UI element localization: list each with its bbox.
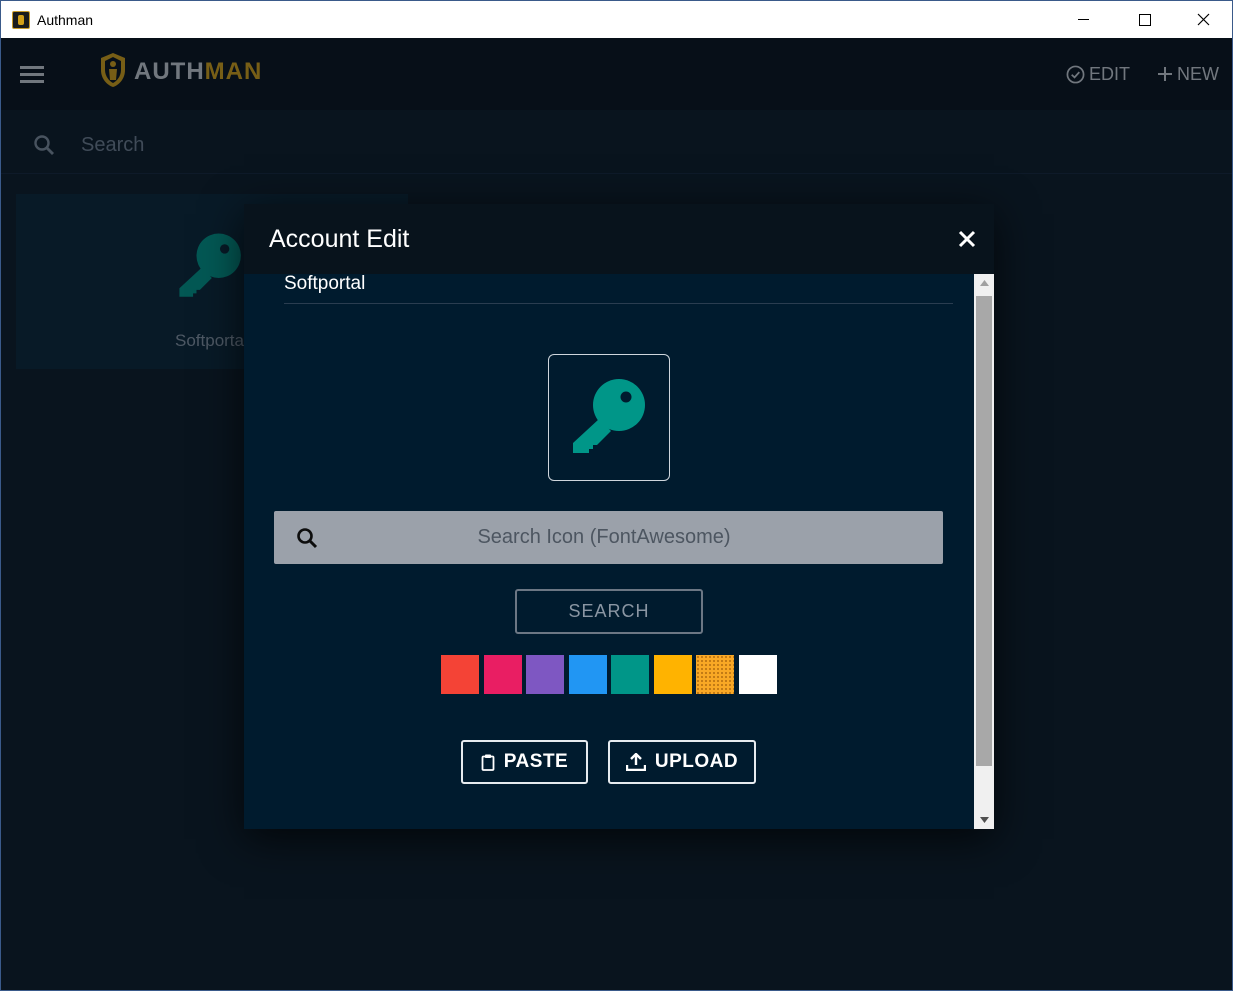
key-icon — [573, 379, 645, 453]
swatch-amber[interactable] — [653, 655, 692, 694]
swatch-blue[interactable] — [568, 655, 607, 694]
close-window-button[interactable] — [1174, 1, 1232, 38]
maximize-icon — [1139, 13, 1151, 26]
app-icon — [12, 11, 30, 29]
window-title: Authman — [37, 12, 94, 28]
color-swatches — [441, 655, 781, 694]
upload-button[interactable]: UPLOAD — [608, 740, 756, 784]
swatch-purple[interactable] — [526, 655, 564, 694]
scroll-up-arrow[interactable] — [974, 274, 994, 292]
paste-label: PASTE — [503, 751, 569, 772]
dialog-scrollbar[interactable] — [974, 274, 994, 829]
icon-preview — [548, 354, 670, 481]
chevron-down-icon — [979, 817, 989, 823]
account-name-field[interactable]: Softportal — [284, 274, 365, 295]
dialog-title: Account Edit — [269, 225, 410, 253]
title-bar: Authman — [1, 1, 1232, 38]
maximize-button[interactable] — [1116, 1, 1174, 38]
swatch-pink[interactable] — [483, 655, 522, 694]
app-window: Authman AUTHMAN EDIT NEW Search Softport… — [0, 0, 1233, 991]
close-icon[interactable] — [954, 226, 980, 252]
account-edit-dialog: Account Edit Softportal SEARCH — [244, 204, 994, 829]
dialog-body: Softportal SEARCH — [244, 274, 974, 829]
name-field-underline — [284, 303, 953, 304]
search-button[interactable]: SEARCH — [515, 589, 703, 634]
swatch-white[interactable] — [738, 655, 777, 694]
upload-icon — [625, 753, 646, 771]
scroll-down-arrow[interactable] — [974, 811, 994, 829]
scroll-thumb[interactable] — [976, 296, 992, 766]
swatch-red[interactable] — [441, 655, 479, 694]
minimize-icon — [1077, 19, 1089, 20]
icon-search-input[interactable] — [334, 524, 874, 551]
paste-button[interactable]: PASTE — [461, 740, 588, 784]
minimize-button[interactable] — [1054, 1, 1112, 38]
upload-label: UPLOAD — [654, 751, 739, 772]
clipboard-icon — [481, 754, 495, 771]
icon-search-field — [274, 511, 943, 564]
dialog-header: Account Edit — [244, 204, 994, 274]
close-icon — [1197, 13, 1209, 26]
swatch-orange-pattern[interactable] — [696, 655, 734, 694]
chevron-up-icon — [979, 280, 989, 286]
search-icon — [297, 528, 318, 549]
swatch-teal[interactable] — [611, 655, 649, 694]
